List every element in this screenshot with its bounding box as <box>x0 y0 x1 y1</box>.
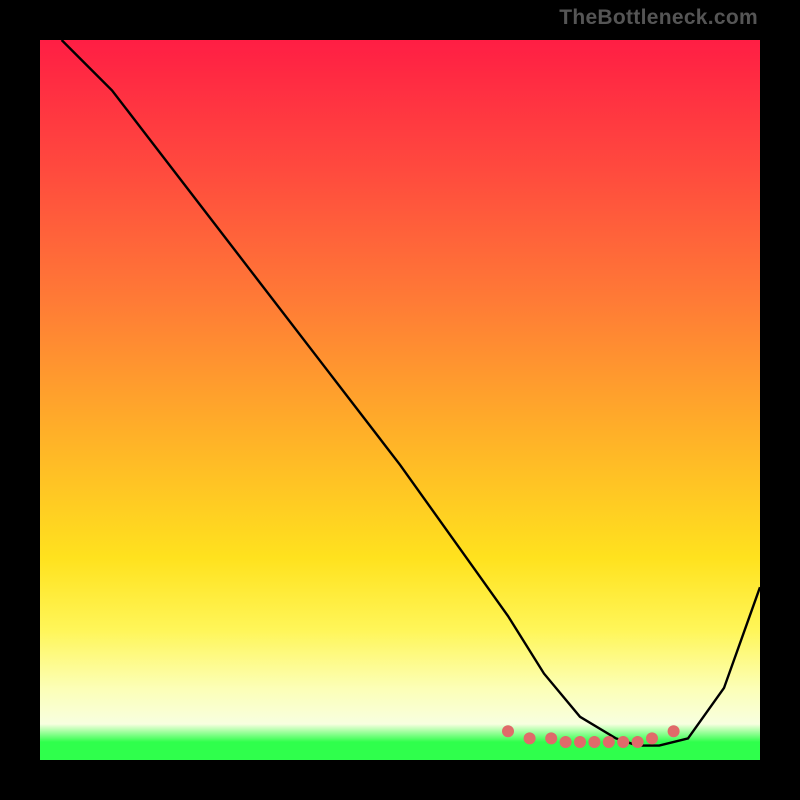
marker-dot <box>603 736 615 748</box>
marker-dot <box>574 736 586 748</box>
marker-dot <box>545 732 557 744</box>
plot-area <box>40 40 760 760</box>
main-curve <box>62 40 760 746</box>
marker-dot <box>632 736 644 748</box>
marker-dot <box>588 736 600 748</box>
curve-layer <box>40 40 760 760</box>
marker-dot <box>560 736 572 748</box>
bottom-markers <box>502 725 680 748</box>
marker-dot <box>668 725 680 737</box>
watermark-text: TheBottleneck.com <box>559 6 758 30</box>
chart-frame: TheBottleneck.com <box>0 0 800 800</box>
marker-dot <box>646 732 658 744</box>
marker-dot <box>617 736 629 748</box>
marker-dot <box>502 725 514 737</box>
marker-dot <box>524 732 536 744</box>
